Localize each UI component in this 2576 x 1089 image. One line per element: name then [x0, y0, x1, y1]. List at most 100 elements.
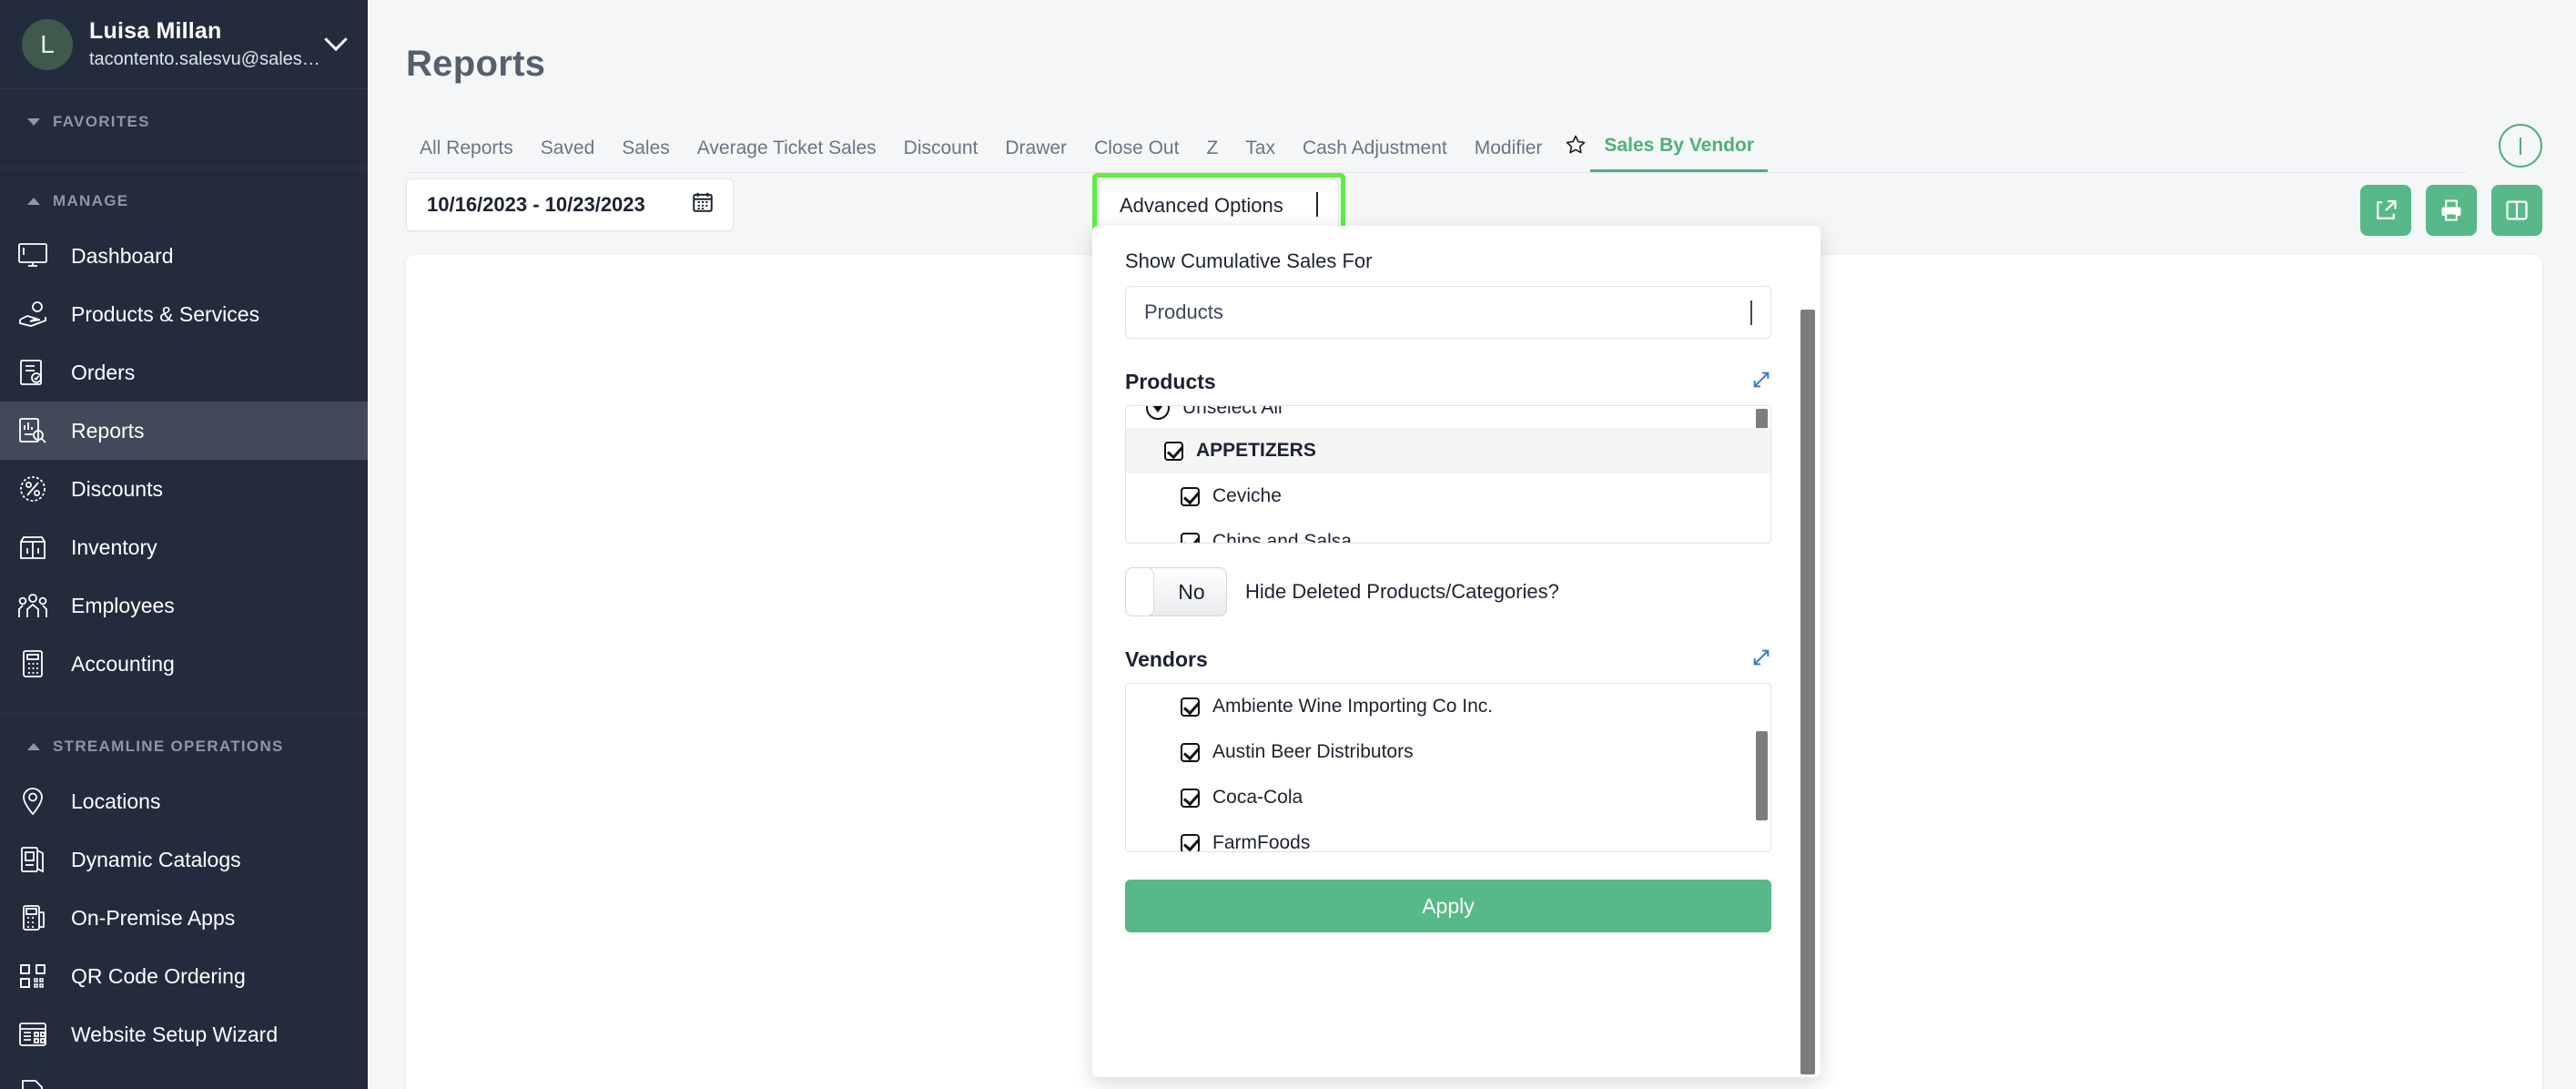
- product-category-row[interactable]: APPETIZERS: [1126, 428, 1770, 473]
- location-pin-icon: [13, 785, 53, 818]
- columns-button[interactable]: [2491, 185, 2542, 236]
- unselect-all-icon: [1146, 406, 1170, 420]
- vendors-listbox[interactable]: Ambiente Wine Importing Co Inc. Austin B…: [1125, 683, 1771, 852]
- tab-cash-adjustment[interactable]: Cash Adjustment: [1289, 138, 1461, 172]
- sidebar-item-orders[interactable]: Orders: [0, 343, 368, 402]
- sidebar-item-qr-code-ordering[interactable]: QR Code Ordering: [0, 947, 368, 1005]
- tab-average-ticket-sales[interactable]: Average Ticket Sales: [684, 138, 890, 172]
- share-button[interactable]: [2360, 185, 2411, 236]
- tab-tax[interactable]: Tax: [1232, 138, 1289, 172]
- unselect-all-label: Unselect All: [1182, 405, 1283, 418]
- user-email: tacontento.salesvu@salesvu....: [89, 48, 320, 69]
- products-group-title: Products: [1125, 370, 1216, 393]
- report-tabs: All Reports Saved Sales Average Ticket S…: [406, 122, 2467, 173]
- tab-discount[interactable]: Discount: [890, 138, 992, 172]
- product-row[interactable]: Chips and Salsa: [1126, 519, 1770, 543]
- collapse-panel-button[interactable]: [2499, 124, 2542, 168]
- tab-drawer[interactable]: Drawer: [991, 138, 1080, 172]
- checkbox[interactable]: [1181, 532, 1200, 543]
- hide-deleted-label: Hide Deleted Products/Categories?: [1245, 580, 1559, 603]
- user-account-header[interactable]: L Luisa Millan tacontento.salesvu@salesv…: [0, 0, 368, 89]
- tab-close-out[interactable]: Close Out: [1080, 138, 1192, 172]
- vendor-row[interactable]: FarmFoods: [1126, 820, 1770, 851]
- sidebar-item-label: Employees: [71, 593, 175, 617]
- vendors-group-title: Vendors: [1125, 647, 1208, 671]
- advanced-options-button[interactable]: Advanced Options: [1099, 179, 1339, 232]
- apply-button[interactable]: Apply: [1125, 880, 1771, 932]
- print-button[interactable]: [2426, 185, 2477, 236]
- reports-icon: [13, 414, 53, 447]
- checkbox[interactable]: [1181, 833, 1200, 851]
- product-row[interactable]: Ceviche: [1126, 473, 1770, 519]
- sidebar-item-label: Locations: [71, 789, 161, 813]
- sidebar-item-inventory[interactable]: Inventory: [0, 518, 368, 576]
- vendor-row[interactable]: Ambiente Wine Importing Co Inc.: [1126, 684, 1770, 729]
- discount-icon: [13, 473, 53, 505]
- tab-z[interactable]: Z: [1192, 138, 1232, 172]
- sidebar-item-label: QR Code Ordering: [71, 963, 246, 988]
- vendor-label: Austin Beer Distributors: [1212, 741, 1414, 762]
- qr-code-icon: [13, 960, 53, 992]
- avatar: L: [22, 18, 73, 70]
- employees-icon: [13, 589, 53, 622]
- sidebar-item-label: Discounts: [71, 476, 163, 501]
- sidebar-item-partial[interactable]: [0, 1064, 368, 1089]
- website-wizard-icon: [13, 1018, 53, 1051]
- sidebar-item-label: Inventory: [71, 534, 157, 559]
- show-cumulative-select[interactable]: Products: [1125, 286, 1771, 339]
- sidebar-section-manage[interactable]: MANAGE: [0, 168, 368, 227]
- sidebar-item-label: Dynamic Catalogs: [71, 847, 241, 871]
- catalog-icon: [13, 843, 53, 876]
- checkbox[interactable]: [1164, 441, 1183, 461]
- show-cumulative-value: Products: [1144, 300, 1223, 323]
- sidebar-item-products-services[interactable]: Products & Services: [0, 285, 368, 343]
- sidebar-item-on-premise-apps[interactable]: On-Premise Apps: [0, 889, 368, 947]
- chevron-down-icon[interactable]: [324, 27, 348, 53]
- sidebar-section-label: FAVORITES: [53, 113, 150, 130]
- vendor-row[interactable]: Austin Beer Distributors: [1126, 729, 1770, 775]
- sidebar-item-accounting[interactable]: Accounting: [0, 635, 368, 693]
- unselect-all-row[interactable]: Unselect All: [1126, 405, 1770, 428]
- report-toolbar: 10/16/2023 - 10/23/2023: [406, 178, 734, 231]
- calendar-icon: [691, 190, 715, 219]
- tab-sales[interactable]: Sales: [608, 138, 684, 172]
- sidebar-item-dashboard[interactable]: Dashboard: [0, 227, 368, 285]
- sidebar-item-dynamic-catalogs[interactable]: Dynamic Catalogs: [0, 830, 368, 889]
- inventory-icon: [13, 531, 53, 564]
- user-info: Luisa Millan tacontento.salesvu@salesvu.…: [89, 17, 320, 72]
- products-list: Unselect All APPETIZERS Ceviche Chips an…: [1126, 405, 1770, 543]
- tab-saved[interactable]: Saved: [527, 138, 609, 172]
- sidebar-item-website-setup-wizard[interactable]: Website Setup Wizard: [0, 1005, 368, 1064]
- star-icon[interactable]: [1556, 134, 1590, 172]
- tab-all-reports[interactable]: All Reports: [406, 138, 527, 172]
- advanced-options-label: Advanced Options: [1120, 194, 1283, 217]
- app-root: L Luisa Millan tacontento.salesvu@salesv…: [0, 0, 2576, 1089]
- sidebar-section-label: STREAMLINE OPERATIONS: [53, 738, 284, 755]
- chevron-down-icon: [2520, 137, 2521, 155]
- sidebar-section-streamline-operations[interactable]: STREAMLINE OPERATIONS: [0, 714, 368, 772]
- user-name: Luisa Millan: [89, 17, 222, 44]
- tab-sales-by-vendor[interactable]: Sales By Vendor: [1590, 136, 1768, 172]
- date-range-picker[interactable]: 10/16/2023 - 10/23/2023: [406, 178, 734, 231]
- sidebar-item-locations[interactable]: Locations: [0, 772, 368, 830]
- checkbox[interactable]: [1181, 697, 1200, 717]
- sidebar-item-discounts[interactable]: Discounts: [0, 460, 368, 518]
- vendor-row[interactable]: Coca-Cola: [1126, 775, 1770, 820]
- expand-icon[interactable]: [1751, 647, 1771, 672]
- checkbox[interactable]: [1181, 486, 1200, 506]
- monitor-icon: [13, 239, 53, 272]
- chevron-up-icon: [27, 198, 40, 205]
- expand-icon[interactable]: [1751, 370, 1771, 394]
- terminal-device-icon: [13, 901, 53, 934]
- product-label: Ceviche: [1212, 485, 1282, 506]
- chevron-up-icon: [27, 743, 40, 750]
- checkbox[interactable]: [1181, 788, 1200, 808]
- products-listbox[interactable]: Unselect All APPETIZERS Ceviche Chips an…: [1125, 405, 1771, 544]
- sidebar-item-reports[interactable]: Reports: [0, 402, 368, 460]
- sidebar-section-label: MANAGE: [53, 192, 129, 209]
- tab-modifier[interactable]: Modifier: [1461, 138, 1557, 172]
- hide-deleted-toggle[interactable]: No: [1125, 567, 1227, 616]
- sidebar-item-employees[interactable]: Employees: [0, 576, 368, 635]
- sidebar-section-favorites[interactable]: FAVORITES: [0, 89, 368, 148]
- checkbox[interactable]: [1181, 742, 1200, 762]
